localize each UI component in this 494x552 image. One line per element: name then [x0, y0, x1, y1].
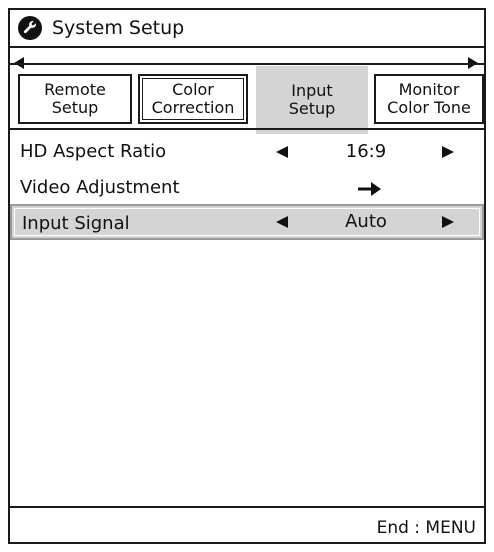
- decrease-arrow-icon[interactable]: [276, 216, 288, 228]
- title-bar: System Setup: [10, 10, 484, 48]
- menu-item-hd-aspect-ratio[interactable]: HD Aspect Ratio 16:9: [10, 134, 484, 170]
- menu-divider: [10, 128, 484, 130]
- tab-color-correction[interactable]: Color Correction: [138, 74, 248, 124]
- hd-aspect-ratio-value: 16:9: [345, 141, 387, 162]
- video-adjustment-label: Video Adjustment: [20, 177, 180, 198]
- right-arrow-icon[interactable]: [355, 178, 385, 200]
- input-signal-value: Auto: [345, 211, 387, 232]
- menu-item-video-adjustment[interactable]: Video Adjustment: [10, 170, 484, 206]
- footer-hint: End : MENU: [376, 518, 476, 538]
- tab-strip-divider: [10, 63, 484, 65]
- input-signal-label: Input Signal: [22, 213, 130, 234]
- hd-aspect-ratio-label: HD Aspect Ratio: [20, 141, 167, 162]
- setup-window: System Setup Remote Setup Color Correcti…: [8, 8, 486, 544]
- decrease-arrow-icon[interactable]: [276, 146, 288, 158]
- wrench-icon: [18, 16, 42, 40]
- tab-strip: Remote Setup Color Correction Input Setu…: [10, 48, 484, 134]
- menu-item-input-signal[interactable]: Input Signal Auto: [10, 204, 484, 240]
- tab-monitor-color-tone[interactable]: Monitor Color Tone: [374, 74, 484, 124]
- increase-arrow-icon[interactable]: [442, 146, 454, 158]
- tab-input-setup[interactable]: Input Setup: [256, 66, 368, 134]
- tab-remote-setup[interactable]: Remote Setup: [18, 74, 132, 124]
- window-title: System Setup: [52, 17, 185, 39]
- increase-arrow-icon[interactable]: [442, 216, 454, 228]
- footer-divider: [10, 506, 484, 508]
